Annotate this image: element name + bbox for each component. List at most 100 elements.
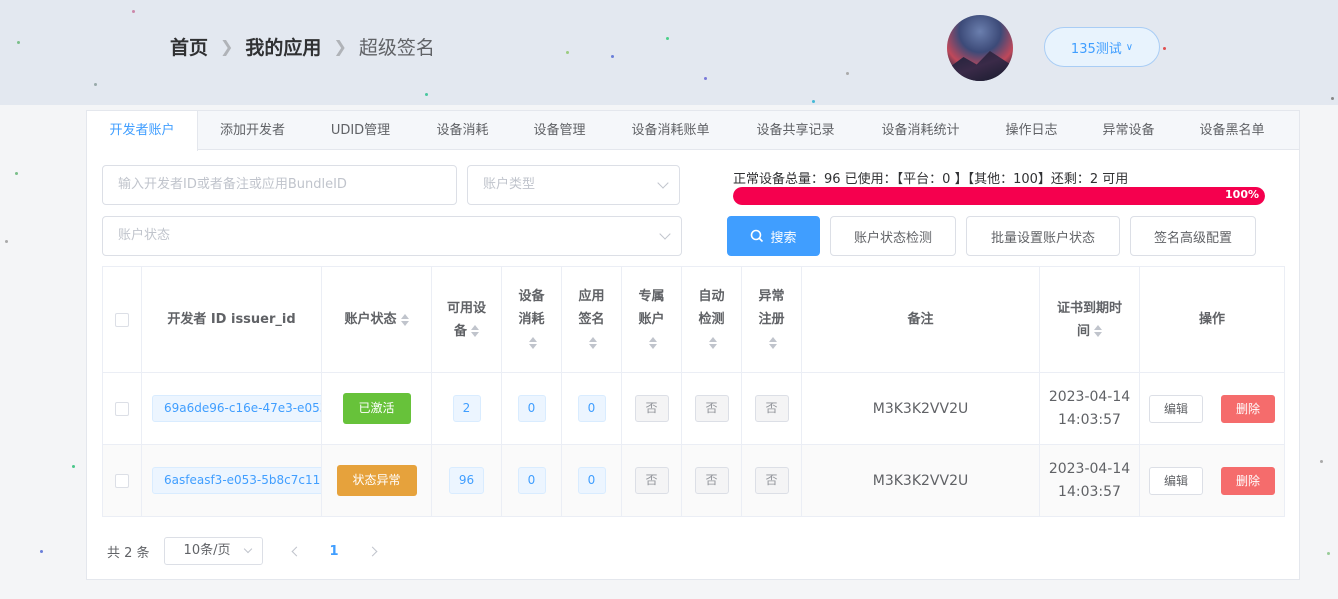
tab-consumption-bill[interactable]: 设备消耗账单 (608, 111, 733, 150)
consumed-count: 0 (517, 467, 546, 494)
header-expire-line2: 间 (1076, 323, 1090, 339)
account-type-placeholder: 账户类型 (483, 177, 536, 192)
advanced-config-button[interactable]: 签名高级配置 (1130, 216, 1256, 256)
page-size-select[interactable]: 10条/页 (163, 537, 263, 565)
available-cell: 2 (432, 373, 502, 444)
accounts-table: 开发者 ID issuer_id 账户状态 可用设 备 设备 消耗 应用 签名 … (102, 266, 1285, 517)
auto-tag: 否 (694, 395, 729, 422)
abnormal-tag: 否 (754, 395, 789, 422)
breadcrumb-home[interactable]: 首页 (170, 33, 208, 60)
header-consumed[interactable]: 设备 消耗 (502, 267, 562, 372)
exclusive-cell: 否 (622, 445, 682, 516)
header-available[interactable]: 可用设 备 (432, 267, 502, 372)
check-status-button[interactable]: 账户状态检测 (830, 216, 956, 256)
header-issuer: 开发者 ID issuer_id (142, 267, 322, 372)
avatar[interactable] (947, 15, 1013, 81)
auto-tag: 否 (694, 467, 729, 494)
header-abnormal[interactable]: 异常 注册 (742, 267, 802, 372)
sort-icon[interactable] (769, 336, 778, 349)
sort-icon[interactable] (589, 336, 598, 349)
exclusive-cell: 否 (622, 373, 682, 444)
batch-status-button[interactable]: 批量设置账户状态 (966, 216, 1120, 256)
next-page-icon[interactable] (367, 546, 378, 556)
chevron-down-icon (659, 228, 671, 240)
sort-icon[interactable] (529, 336, 538, 349)
table-row: 6asfeasf3-e053-5b8c7c11a4d1 状态异常 96 0 0 … (103, 445, 1284, 516)
header-auto[interactable]: 自动 检测 (682, 267, 742, 372)
tab-udid-management[interactable]: UDID管理 (307, 111, 414, 150)
header-status[interactable]: 账户状态 (322, 267, 432, 372)
consumed-cell: 0 (502, 445, 562, 516)
tab-consumption-stats[interactable]: 设备消耗统计 (858, 111, 983, 150)
current-page[interactable]: 1 (330, 544, 339, 559)
select-all-checkbox[interactable] (115, 312, 129, 327)
main-card: 开发者账户 添加开发者 UDID管理 设备消耗 设备管理 设备消耗账单 设备共享… (86, 110, 1300, 580)
sort-icon[interactable] (471, 325, 479, 337)
search-icon (751, 229, 764, 243)
device-usage-progress: 100% (733, 187, 1265, 205)
account-type-select[interactable]: 账户类型 (467, 165, 680, 205)
prev-page-icon[interactable] (291, 546, 301, 556)
tab-device-share-records[interactable]: 设备共享记录 (733, 111, 858, 150)
table-header: 开发者 ID issuer_id 账户状态 可用设 备 设备 消耗 应用 签名 … (103, 267, 1284, 373)
sort-icon[interactable] (649, 336, 658, 349)
sort-icon[interactable] (1094, 325, 1102, 337)
signed-count: 0 (577, 395, 606, 422)
row-checkbox[interactable] (115, 401, 129, 416)
header-abnormal-line2: 注册 (758, 312, 785, 327)
header-exclusive[interactable]: 专属 账户 (622, 267, 682, 372)
header-status-label: 账户状态 (344, 312, 397, 327)
header-exclusive-line2: 账户 (638, 312, 665, 327)
decor-dot (40, 550, 43, 553)
tab-bar: 开发者账户 添加开发者 UDID管理 设备消耗 设备管理 设备消耗账单 设备共享… (87, 111, 1299, 151)
issuer-id-tag: 6asfeasf3-e053-5b8c7c11a4d1 (152, 467, 321, 494)
tab-add-developer[interactable]: 添加开发者 (198, 111, 307, 150)
remark-cell: M3K3K2VV2U (802, 445, 1040, 516)
user-menu-button[interactable]: 135测试 ∨ (1044, 27, 1160, 67)
page-size-value: 10条/页 (183, 543, 231, 558)
sort-icon[interactable] (400, 313, 409, 326)
decor-dot (1320, 460, 1323, 463)
delete-button[interactable]: 删除 (1221, 394, 1275, 423)
edit-button[interactable]: 编辑 (1149, 394, 1203, 423)
auto-cell: 否 (682, 373, 742, 444)
pagination: 共 2 条 10条/页 1 (107, 537, 378, 565)
decor-dot (72, 465, 75, 468)
user-name: 135测试 (1070, 41, 1122, 57)
header-remark: 备注 (802, 267, 1040, 372)
signed-count: 0 (577, 467, 606, 494)
tab-device-blacklist[interactable]: 设备黑名单 (1177, 111, 1287, 150)
remark-text: M3K3K2VV2U (872, 400, 969, 417)
search-button[interactable]: 搜索 (727, 216, 820, 256)
account-status-select[interactable]: 账户状态 (102, 216, 682, 256)
breadcrumb-apps[interactable]: 我的应用 (245, 33, 321, 60)
tab-device-consumption[interactable]: 设备消耗 (414, 111, 511, 150)
progress-label: 100% (1225, 188, 1259, 201)
header-signed-line1: 应用 (578, 289, 605, 304)
header-signed[interactable]: 应用 签名 (562, 267, 622, 372)
breadcrumb-separator-icon: ❯ (220, 37, 234, 56)
delete-button[interactable]: 删除 (1221, 466, 1275, 495)
expire-date: 2023-04-14 (1048, 388, 1131, 405)
expire-cell: 2023-04-14 14:03:57 (1040, 445, 1140, 516)
row-checkbox[interactable] (115, 473, 129, 488)
consumed-cell: 0 (502, 373, 562, 444)
chevron-down-icon: ∨ (1125, 41, 1134, 53)
tab-operation-log[interactable]: 操作日志 (983, 111, 1080, 150)
tab-developer-accounts[interactable]: 开发者账户 (87, 111, 198, 151)
decor-dot (15, 172, 18, 175)
header-auto-line1: 自动 (698, 289, 725, 304)
header-ops: 操作 (1198, 312, 1225, 327)
tab-abnormal-devices[interactable]: 异常设备 (1080, 111, 1177, 150)
top-header: 首页 ❯ 我的应用 ❯ 超级签名 135测试 ∨ (0, 0, 1338, 105)
header-available-line1: 可用设 (446, 300, 486, 316)
edit-button[interactable]: 编辑 (1149, 466, 1203, 495)
header-expire[interactable]: 证书到期时 间 (1040, 267, 1140, 372)
account-status-placeholder: 账户状态 (118, 228, 171, 243)
search-input[interactable]: 输入开发者ID或者备注或应用BundleID (102, 165, 457, 205)
expire-time: 14:03:57 (1058, 483, 1121, 500)
tab-device-management[interactable]: 设备管理 (511, 111, 608, 150)
status-cell: 状态异常 (322, 445, 432, 516)
sort-icon[interactable] (709, 336, 718, 349)
abnormal-cell: 否 (742, 373, 802, 444)
